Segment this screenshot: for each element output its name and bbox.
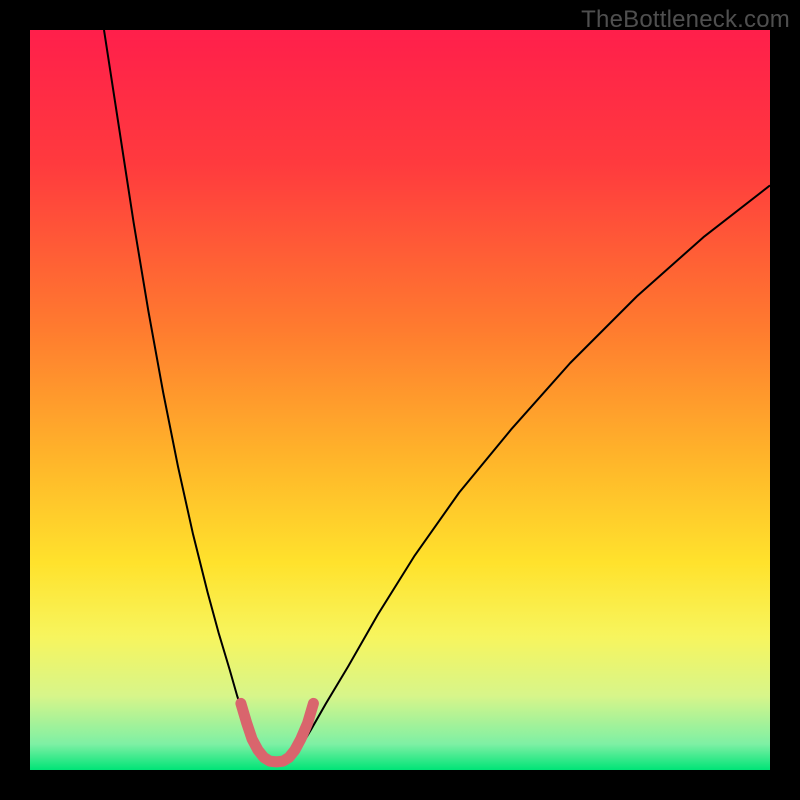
curves-layer <box>30 30 770 770</box>
watermark-text: TheBottleneck.com <box>581 6 790 34</box>
plot-area <box>30 30 770 770</box>
series-left-branch <box>104 30 263 758</box>
series-right-branch <box>293 185 770 758</box>
series-valley-highlight <box>241 703 314 761</box>
chart-frame <box>30 30 770 770</box>
